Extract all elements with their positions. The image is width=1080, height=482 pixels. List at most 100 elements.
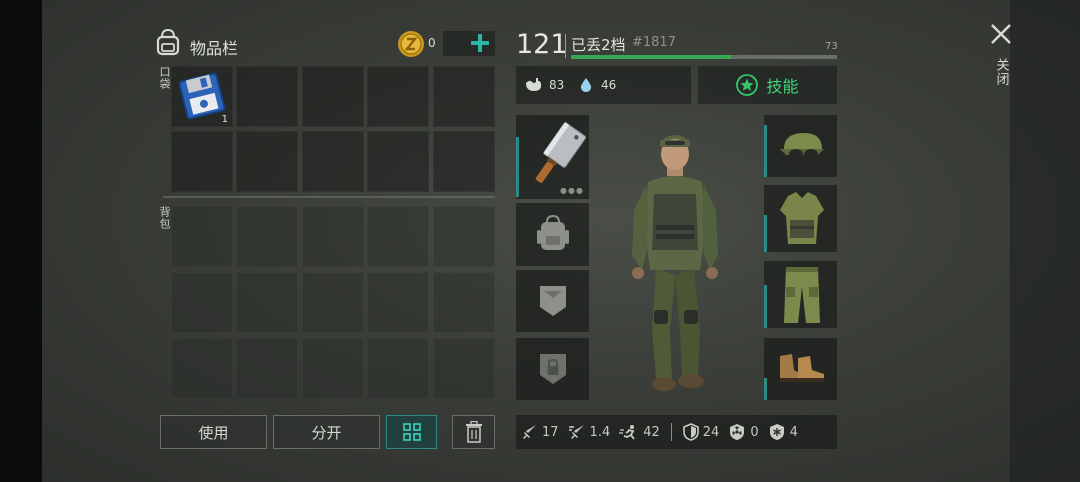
backpack-label: 背包 xyxy=(158,206,171,230)
attack-value: 17 xyxy=(542,424,559,440)
split-button[interactable]: 分开 xyxy=(273,415,380,449)
more-options-icon[interactable]: ●●● xyxy=(560,186,584,195)
player-id: #1817 xyxy=(632,35,676,50)
cold-stat: 4 xyxy=(768,423,798,441)
backpack-slot-6[interactable] xyxy=(171,272,233,333)
sword-icon xyxy=(523,425,536,439)
pocket-slot-5[interactable] xyxy=(433,66,495,127)
xp-bar xyxy=(571,55,837,59)
backpack-slot-14[interactable] xyxy=(367,338,429,399)
boots-slot[interactable] xyxy=(764,338,837,400)
skills-label: 技能 xyxy=(766,77,799,96)
pants-durability xyxy=(764,285,767,328)
backpack-slot-5[interactable] xyxy=(433,206,495,267)
grid-icon xyxy=(402,423,421,441)
backpack-slot-7[interactable] xyxy=(236,272,298,333)
boots-durability xyxy=(764,378,767,400)
defense-stat: 24 xyxy=(682,423,720,441)
helmet-slot[interactable] xyxy=(764,115,837,177)
use-button[interactable]: 使用 xyxy=(160,415,267,449)
plus-icon xyxy=(471,34,489,52)
armor-slot[interactable] xyxy=(764,185,837,252)
backpack-slot-4[interactable] xyxy=(367,206,429,267)
attack-speed-value: 1.4 xyxy=(589,424,611,440)
trash-icon xyxy=(465,421,482,443)
hunger-value: 83 xyxy=(549,78,565,92)
locked-pocket-icon xyxy=(540,354,566,384)
player-status: 已丢2档 xyxy=(571,36,626,54)
stomach-icon xyxy=(526,78,542,91)
radiation-icon xyxy=(730,424,745,440)
pocket-slot-left[interactable] xyxy=(516,270,589,332)
running-icon xyxy=(619,425,635,440)
backpack-slot[interactable] xyxy=(516,203,589,266)
backpack-slot-10[interactable] xyxy=(433,272,495,333)
backpack-slot-8[interactable] xyxy=(302,272,364,333)
pocket-slot-10[interactable] xyxy=(433,131,495,192)
level-divider xyxy=(565,34,566,58)
move-speed-value: 42 xyxy=(643,424,660,440)
coin-icon xyxy=(396,29,426,59)
backpack-slot-15[interactable] xyxy=(433,338,495,399)
weapon-durability xyxy=(516,137,519,197)
armor-durability xyxy=(764,215,767,252)
xp-value: 73 xyxy=(825,41,838,52)
close-button[interactable]: 关闭 xyxy=(986,22,1016,102)
move-speed-stat: 42 xyxy=(619,424,660,440)
pocket-placeholder-icon xyxy=(540,286,566,316)
pocket-slot-2[interactable] xyxy=(236,66,298,127)
radiation-value: 0 xyxy=(750,424,759,440)
pocket-label: 口袋 xyxy=(158,66,171,90)
cold-value: 4 xyxy=(789,424,798,440)
pocket-slot-6[interactable] xyxy=(171,131,233,192)
grid-view-button[interactable] xyxy=(386,415,437,449)
right-sidebar xyxy=(1010,0,1080,482)
cleaver-icon xyxy=(535,122,586,183)
vest-icon xyxy=(780,192,824,244)
backpack-slot-9[interactable] xyxy=(367,272,429,333)
locked-pocket-slot[interactable] xyxy=(516,338,589,400)
pocket-slot-7[interactable] xyxy=(236,131,298,192)
backpack-slot-11[interactable] xyxy=(171,338,233,399)
coin-count: 0 xyxy=(428,36,436,50)
pocket-slot-9[interactable] xyxy=(367,131,429,192)
needs-panel: 83 46 xyxy=(516,66,691,104)
radiation-stat: 0 xyxy=(728,423,759,441)
floppy-count: 1 xyxy=(221,114,228,125)
pocket-slot-3[interactable] xyxy=(302,66,364,127)
pocket-slot-1[interactable]: 1 xyxy=(171,66,233,127)
backpack-slot-13[interactable] xyxy=(302,338,364,399)
backpack-placeholder-icon xyxy=(537,214,569,250)
add-coins-button[interactable] xyxy=(468,31,492,55)
inventory-title: 物品栏 xyxy=(190,39,239,58)
water-drop-icon xyxy=(580,78,592,92)
character-model xyxy=(620,130,730,395)
delete-button[interactable] xyxy=(452,415,495,449)
helmet-durability xyxy=(764,125,767,177)
backpack-slot-3[interactable] xyxy=(302,206,364,267)
close-label: 关闭 xyxy=(993,58,1009,86)
close-icon xyxy=(991,24,1011,44)
thirst-value: 46 xyxy=(601,78,617,92)
attack-speed-stat: 1.4 xyxy=(568,424,611,440)
pocket-slot-4[interactable] xyxy=(367,66,429,127)
pants-slot[interactable] xyxy=(764,261,837,328)
pants-icon xyxy=(784,267,820,323)
backpack-slot-12[interactable] xyxy=(236,338,298,399)
boots-icon xyxy=(780,354,824,382)
cap-icon xyxy=(780,133,824,159)
backpack-slot-2[interactable] xyxy=(236,206,298,267)
weapon-slot[interactable]: ●●● xyxy=(516,115,589,199)
xp-bar-fill xyxy=(571,55,731,59)
floppy-disk-icon xyxy=(178,72,226,120)
defense-value: 24 xyxy=(702,424,720,440)
player-level: 121 xyxy=(516,29,568,60)
skills-button[interactable]: 技能 xyxy=(698,66,837,104)
stats-bar: 17 1.4 42 24 0 4 xyxy=(516,415,837,449)
backpack-slot-1[interactable] xyxy=(171,206,233,267)
backpack-icon xyxy=(153,27,183,57)
shield-icon xyxy=(682,423,699,441)
star-icon xyxy=(736,74,759,96)
snowflake-shield-icon xyxy=(769,424,784,440)
pocket-slot-8[interactable] xyxy=(302,131,364,192)
